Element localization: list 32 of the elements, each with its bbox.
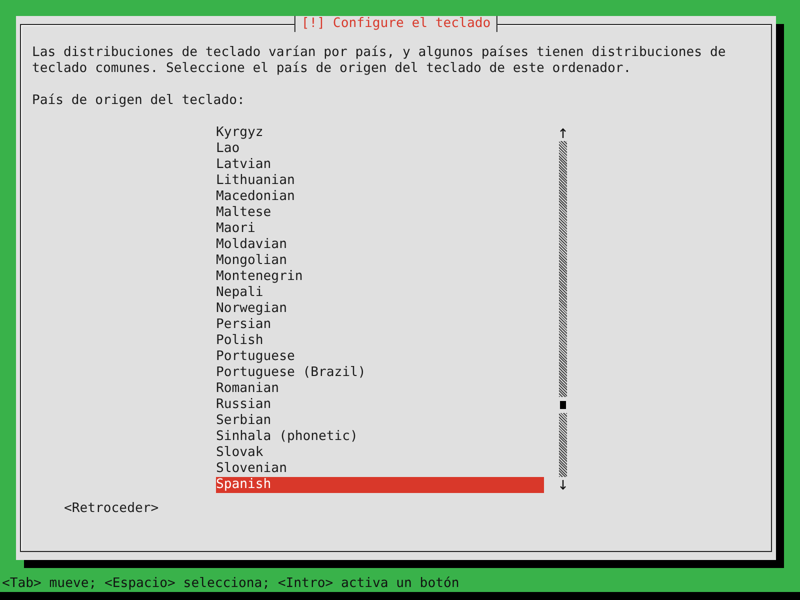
- keyboard-country-option[interactable]: Sinhala (phonetic): [216, 429, 544, 445]
- scroll-down-arrow-icon[interactable]: [559, 479, 567, 491]
- keyboard-country-option[interactable]: Kyrgyz: [216, 125, 544, 141]
- description-text: Las distribuciones de teclado varían por país, y algunos países tienen distribuciones de teclado comunes. Seleccione el país de origen del teclado de este ordenador.: [32, 45, 727, 77]
- list-label: País de origen del teclado:: [32, 93, 246, 109]
- keyboard-country-option[interactable]: Nepali: [216, 285, 544, 301]
- keyboard-country-option[interactable]: Slovak: [216, 445, 544, 461]
- keyboard-country-option[interactable]: Portuguese (Brazil): [216, 365, 544, 381]
- keyboard-country-option[interactable]: Norwegian: [216, 301, 544, 317]
- keyboard-country-option[interactable]: Montenegrin: [216, 269, 544, 285]
- keyboard-country-option[interactable]: Persian: [216, 317, 544, 333]
- keyboard-country-option[interactable]: Spanish: [216, 477, 544, 493]
- keyboard-country-option[interactable]: Lao: [216, 141, 544, 157]
- keyboard-country-option[interactable]: Lithuanian: [216, 173, 544, 189]
- keyboard-country-option[interactable]: Serbian: [216, 413, 544, 429]
- keyboard-country-option[interactable]: Maltese: [216, 205, 544, 221]
- scrollbar-thumb[interactable]: [560, 401, 566, 409]
- status-bar-hint: <Tab> mueve; <Espacio> selecciona; <Intro> activa un botón: [1, 576, 460, 592]
- keyboard-country-option[interactable]: Slovenian: [216, 461, 544, 477]
- keyboard-country-option[interactable]: Romanian: [216, 381, 544, 397]
- dialog-title: [!] Configure el teclado: [294, 16, 498, 32]
- keyboard-country-option[interactable]: Mongolian: [216, 253, 544, 269]
- keyboard-country-option[interactable]: Latvian: [216, 157, 544, 173]
- scroll-up-arrow-icon[interactable]: [559, 127, 567, 139]
- keyboard-country-option[interactable]: Macedonian: [216, 189, 544, 205]
- scrollbar-track: [559, 413, 567, 477]
- back-button[interactable]: <Retroceder>: [64, 501, 159, 517]
- keyboard-country-option[interactable]: Moldavian: [216, 237, 544, 253]
- keyboard-country-option[interactable]: Russian: [216, 397, 544, 413]
- keyboard-country-option[interactable]: Polish: [216, 333, 544, 349]
- keyboard-country-option[interactable]: Portuguese: [216, 349, 544, 365]
- keyboard-country-option[interactable]: Maori: [216, 221, 544, 237]
